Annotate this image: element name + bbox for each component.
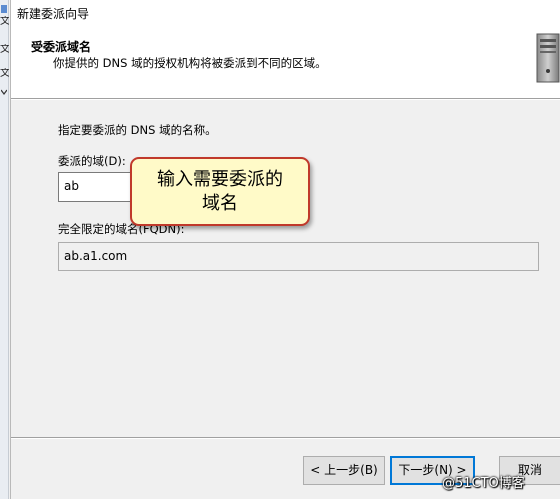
header-subtitle: 你提供的 DNS 域的授权机构将被委派到不同的区域。 (53, 56, 327, 70)
annotation-callout: 输入需要委派的 域名 (130, 157, 310, 226)
new-delegation-wizard-dialog: 新建委派向导 受委派域名 你提供的 DNS 域的授权机构将被委派到不同的区域。 … (10, 0, 560, 499)
delegated-domain-label: 委派的域(D): (58, 154, 126, 168)
background-window-edge: 文 文 文 (0, 0, 9, 499)
instruction-text: 指定要委派的 DNS 域的名称。 (58, 123, 217, 137)
chevron-down-icon (1, 89, 7, 95)
callout-line: 域名 (202, 193, 238, 214)
watermark: @51CTO博客 (442, 476, 525, 491)
footer-divider (11, 437, 560, 439)
background-glyph: 文 (0, 16, 9, 27)
background-glyph: 文 (0, 68, 9, 79)
fqdn-field: ab.a1.com (58, 242, 539, 271)
wizard-header: 受委派域名 你提供的 DNS 域的授权机构将被委派到不同的区域。 (11, 26, 560, 98)
header-divider (11, 98, 560, 100)
server-icon (536, 33, 560, 83)
background-glyph: 文 (0, 44, 9, 55)
header-title: 受委派域名 (31, 40, 92, 54)
callout-line: 输入需要委派的 (157, 169, 283, 190)
background-icon (1, 5, 7, 13)
back-button[interactable]: < 上一步(B) (303, 456, 385, 485)
title-bar: 新建委派向导 (11, 0, 560, 26)
dialog-title: 新建委派向导 (17, 7, 90, 21)
